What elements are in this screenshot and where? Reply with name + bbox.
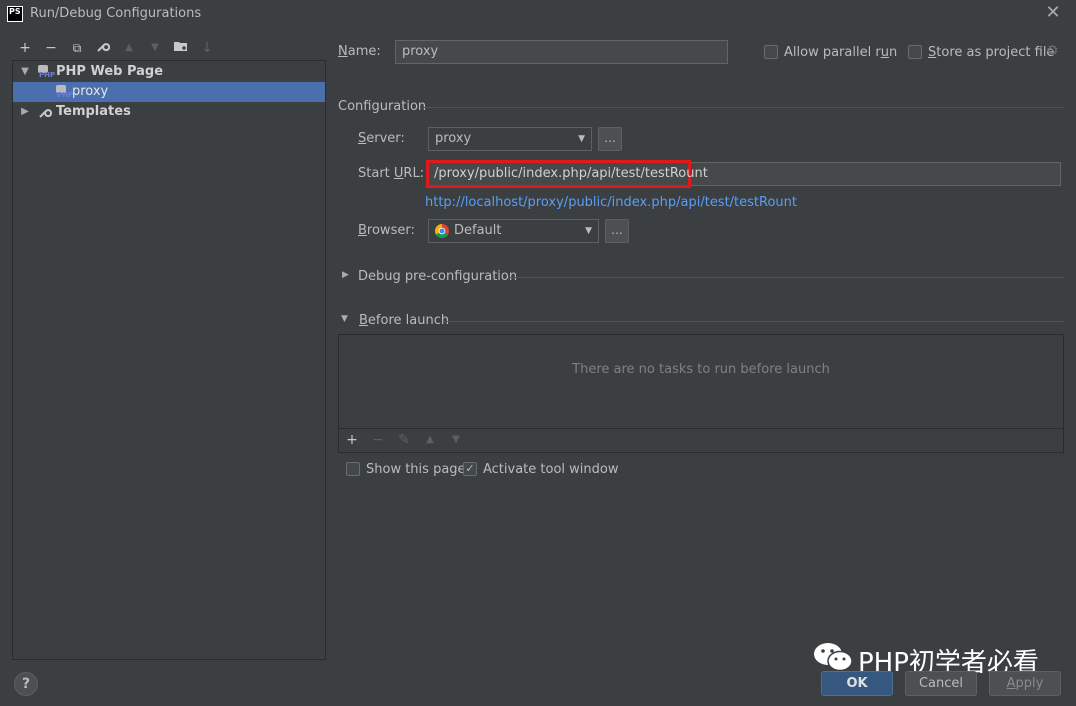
- folder-icon: [174, 42, 187, 51]
- configuration-tree[interactable]: ▼ PHP PHP Web Page PHP proxy ▶ Templates: [12, 60, 326, 660]
- move-task-up-icon[interactable]: ▲: [421, 431, 439, 449]
- name-input[interactable]: proxy: [395, 40, 728, 64]
- tree-item-php-web-page[interactable]: ▼ PHP PHP Web Page: [13, 62, 325, 82]
- server-label: Server:: [358, 131, 405, 146]
- task-toolbar: + − ✎ ▲ ▼: [339, 428, 1063, 452]
- chevron-down-icon: ▼: [578, 134, 585, 144]
- gear-icon[interactable]: ⚙: [1046, 43, 1059, 59]
- start-url-label: Start URL:: [358, 166, 425, 181]
- name-label: Name:: [338, 44, 381, 59]
- add-task-button[interactable]: +: [343, 431, 361, 449]
- empty-tasks-message: There are no tasks to run before launch: [572, 362, 830, 377]
- tree-item-label: proxy: [72, 84, 109, 99]
- remove-task-button[interactable]: −: [369, 431, 387, 449]
- show-this-page-label[interactable]: Show this page: [366, 462, 466, 477]
- browser-label: Browser:: [358, 223, 415, 238]
- edit-defaults-icon[interactable]: [94, 39, 112, 57]
- edit-task-icon[interactable]: ✎: [395, 431, 413, 449]
- allow-parallel-run-label[interactable]: Allow parallel run: [784, 45, 897, 60]
- browser-browse-button[interactable]: ...: [605, 219, 629, 243]
- window-title: Run/Debug Configurations: [30, 6, 202, 21]
- browser-select-value: Default: [454, 223, 502, 238]
- close-icon[interactable]: ✕: [1044, 4, 1062, 22]
- wrench-icon: [97, 43, 111, 52]
- apply-button[interactable]: Apply: [989, 671, 1061, 696]
- add-configuration-button[interactable]: +: [16, 39, 34, 57]
- server-browse-button[interactable]: ...: [598, 127, 622, 151]
- move-down-icon[interactable]: ▼: [146, 39, 164, 57]
- debug-preconfig-divider: [508, 277, 1064, 278]
- move-up-icon[interactable]: ▲: [120, 39, 138, 57]
- server-select-value: proxy: [435, 131, 472, 146]
- sort-icon[interactable]: ↓: [198, 39, 216, 57]
- browser-select[interactable]: Default ▼: [428, 219, 599, 243]
- configuration-header: Configuration: [338, 99, 427, 114]
- start-url-value: /proxy/public/index.php/api/test/testRou…: [434, 166, 708, 181]
- allow-parallel-run-checkbox[interactable]: [764, 45, 778, 59]
- chevron-right-icon[interactable]: ▶: [19, 102, 31, 122]
- chevron-right-icon[interactable]: ▶: [342, 270, 349, 280]
- help-button[interactable]: ?: [14, 672, 38, 696]
- store-as-project-file-checkbox[interactable]: [908, 45, 922, 59]
- wrench-icon: [38, 105, 53, 126]
- before-launch-divider: [444, 321, 1064, 322]
- server-select[interactable]: proxy ▼: [428, 127, 592, 151]
- tree-item-label: Templates: [56, 104, 131, 119]
- activate-tool-window-label[interactable]: Activate tool window: [483, 462, 618, 477]
- chevron-down-icon: ▼: [585, 226, 592, 236]
- ok-button[interactable]: OK: [821, 671, 893, 696]
- remove-configuration-button[interactable]: −: [42, 39, 60, 57]
- php-web-page-icon: PHP: [38, 65, 55, 79]
- new-folder-icon[interactable]: [172, 39, 190, 57]
- php-web-page-icon: PHP: [56, 85, 73, 99]
- before-launch-toggle[interactable]: Before launch: [359, 313, 449, 328]
- chevron-down-icon[interactable]: ▼: [341, 314, 348, 324]
- tree-item-templates[interactable]: ▶ Templates: [13, 102, 325, 122]
- debug-preconfiguration-toggle[interactable]: Debug pre-configuration: [358, 269, 517, 284]
- tree-item-label: PHP Web Page: [56, 64, 164, 79]
- configuration-divider: [424, 107, 1064, 108]
- store-as-project-file-label[interactable]: Store as project file: [928, 45, 1054, 60]
- copy-configuration-icon[interactable]: ⧉: [68, 39, 86, 57]
- chrome-icon: [435, 224, 449, 238]
- activate-tool-window-checkbox[interactable]: ✓: [463, 462, 477, 476]
- cancel-button[interactable]: Cancel: [905, 671, 977, 696]
- phpstorm-app-icon: PS: [7, 6, 23, 22]
- move-task-down-icon[interactable]: ▼: [447, 431, 465, 449]
- start-url-link[interactable]: http://localhost/proxy/public/index.php/…: [425, 195, 797, 210]
- wechat-logo-icon: [814, 643, 853, 672]
- tree-item-proxy[interactable]: PHP proxy: [13, 82, 325, 102]
- chevron-down-icon[interactable]: ▼: [19, 62, 31, 82]
- before-launch-task-list[interactable]: There are no tasks to run before launch …: [338, 334, 1064, 453]
- show-this-page-checkbox[interactable]: [346, 462, 360, 476]
